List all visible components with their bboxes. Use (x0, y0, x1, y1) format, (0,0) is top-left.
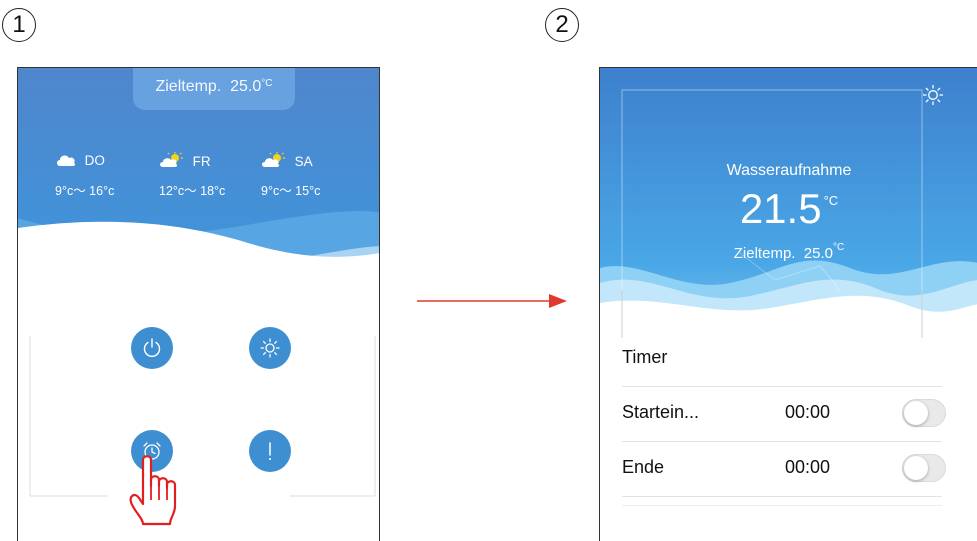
sun-icon[interactable] (922, 84, 944, 106)
forecast-day-label: FR (192, 154, 211, 169)
timer-row-time[interactable]: 00:00 (785, 457, 830, 478)
target-temp-display: Zieltemp. 25.0°C (600, 242, 977, 262)
start-toggle[interactable] (902, 399, 946, 427)
phone-screen-2: Wasseraufnahme 21.5 °C Zieltemp. 25.0°C T… (599, 67, 977, 541)
power-button[interactable] (131, 327, 173, 369)
sun-icon (260, 338, 280, 358)
timer-row-start[interactable]: Startein... 00:00 (622, 386, 946, 442)
timer-title: Timer (622, 347, 668, 367)
toggle-knob (904, 401, 928, 425)
exclamation-icon (269, 442, 271, 460)
target-temp-label: Zieltemp. (733, 245, 796, 262)
partly-sunny-icon (160, 152, 183, 167)
forecast-day-label: DO (84, 153, 105, 168)
partly-sunny-icon (262, 152, 285, 167)
target-temp-unit: °C (833, 242, 845, 253)
water-intake-value: 21.5 (739, 185, 822, 232)
water-intake-label: Wasseraufnahme (726, 162, 852, 179)
forecast-day-2: FR 12°c～ 18°c (159, 152, 225, 199)
step-number-2: 2 (545, 8, 579, 42)
cloud-icon (57, 155, 76, 166)
timer-row-end[interactable]: Ende 00:00 (622, 441, 946, 497)
transition-arrow (417, 294, 567, 308)
timer-row-label: Startein... (622, 402, 700, 422)
power-icon (143, 338, 161, 357)
timer-row-label: Ende (622, 457, 665, 477)
mode-button[interactable] (249, 327, 291, 369)
water-intake-display: 21.5 °C (600, 185, 977, 233)
forecast-day-1: DO 9°c～ 16°c (55, 153, 114, 199)
forecast-day-3: SA 9°c～ 15°c (261, 152, 320, 199)
header-background (18, 68, 379, 497)
forecast-range: 12°c～ 18°c (159, 184, 226, 198)
water-intake-unit: °C (823, 193, 839, 208)
target-temp-pill: Zieltemp. 25.0°C (133, 68, 295, 110)
pointing-hand-icon (129, 455, 177, 526)
target-temp-unit: °C (261, 78, 273, 89)
divider (622, 505, 942, 506)
step-number-1: 1 (2, 8, 36, 42)
forecast-range: 9°c～ 16°c (55, 184, 115, 198)
forecast-range: 9°c～ 15°c (261, 184, 321, 198)
toggle-knob (904, 456, 928, 480)
end-toggle[interactable] (902, 454, 946, 482)
phone-screen-1: Zieltemp. 25.0°C DO 9°c～ 16°c FR 12°c～ 1… (17, 67, 380, 541)
target-temp-value: 25.0 (803, 245, 833, 262)
info-button[interactable] (249, 430, 291, 472)
timer-row-time[interactable]: 00:00 (785, 402, 830, 423)
forecast-day-label: SA (294, 154, 313, 169)
target-temp-value: 25.0 (230, 78, 262, 95)
timer-header: Timer (622, 331, 942, 387)
target-temp-label: Zieltemp. (155, 78, 222, 95)
